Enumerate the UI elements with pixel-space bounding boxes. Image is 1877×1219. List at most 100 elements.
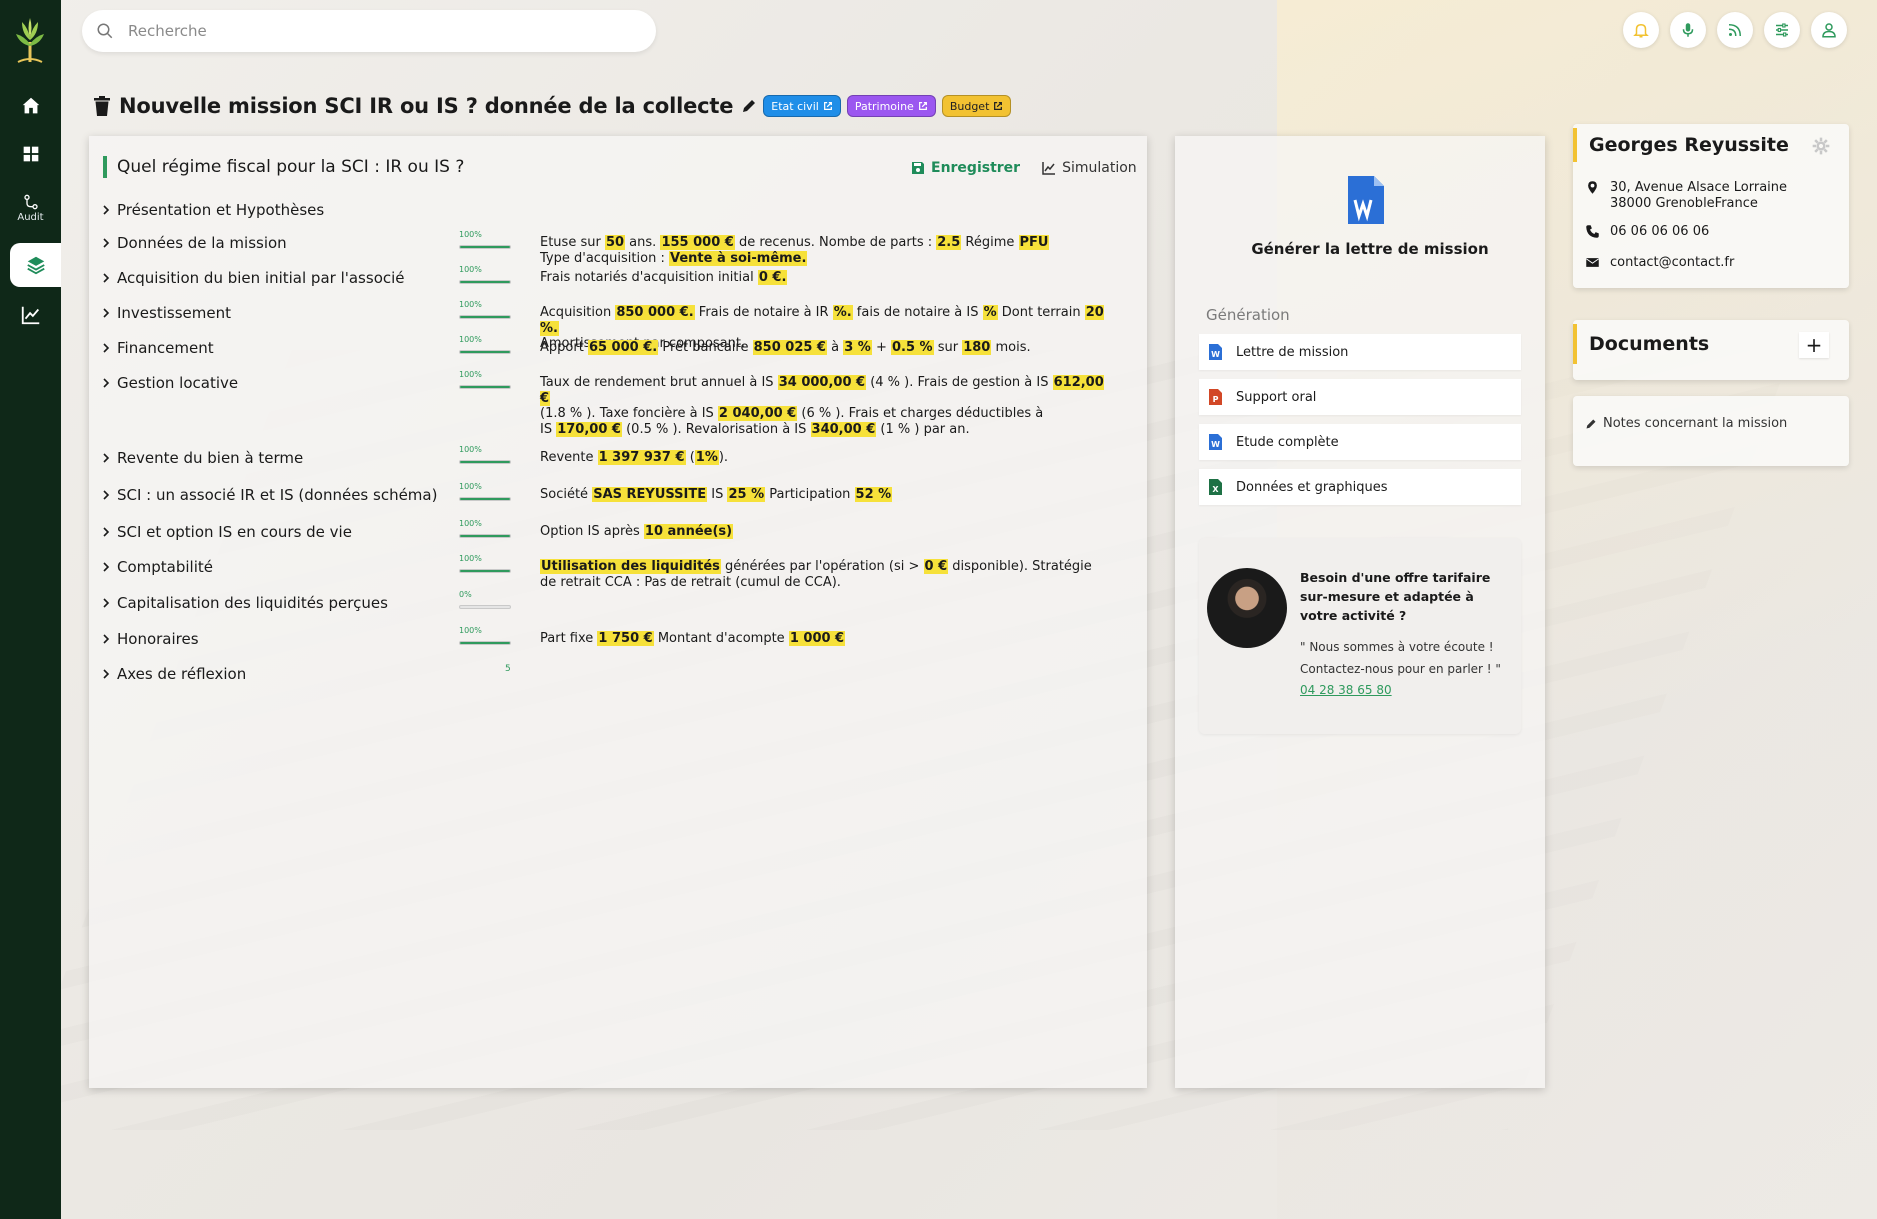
nav-audit[interactable]: Audit bbox=[0, 186, 61, 230]
highlight-value: %. bbox=[832, 305, 853, 320]
section-progress-fill bbox=[460, 386, 510, 388]
nav-missions[interactable] bbox=[10, 243, 61, 287]
pencil-icon bbox=[1586, 419, 1596, 428]
section-header[interactable]: Données de la mission bbox=[101, 233, 287, 253]
svg-text:P: P bbox=[1213, 395, 1219, 404]
edit-title-icon[interactable] bbox=[741, 98, 757, 114]
section-label: Acquisition du bien initial par l'associ… bbox=[117, 269, 405, 287]
highlight-value: Vente à soi-même. bbox=[668, 250, 808, 266]
section-row[interactable]: SCI et option IS en cours de vie 100% Opti… bbox=[101, 519, 1131, 552]
highlight-value: 2.5 bbox=[936, 235, 962, 250]
generate-doc-item[interactable]: X Données et graphiques bbox=[1199, 469, 1521, 505]
section-count: 5 bbox=[505, 664, 511, 674]
powerpoint-icon: P bbox=[1209, 389, 1222, 405]
section-row[interactable]: Présentation et Hypothèses bbox=[101, 200, 1131, 230]
notifications-button[interactable] bbox=[1623, 12, 1659, 48]
section-progress-bar bbox=[459, 534, 511, 538]
highlight-value: 0 €. bbox=[757, 270, 788, 285]
generation-panel: Générer la lettre de mission Génération … bbox=[1175, 136, 1545, 1088]
highlight-value: 170,00 € bbox=[556, 421, 622, 437]
section-progress-bar bbox=[459, 245, 511, 249]
section-row[interactable]: Honoraires 100% Part fixe 1 750 € Montant … bbox=[101, 626, 1131, 659]
notes-card: Notes concernant la mission bbox=[1573, 396, 1849, 466]
section-progress-bar bbox=[459, 385, 511, 389]
section-summary: Revente 1 397 937 € (1%). bbox=[540, 450, 1110, 466]
highlight-value: 340,00 € bbox=[810, 421, 877, 437]
offer-phone-link[interactable]: 04 28 38 65 80 bbox=[1300, 683, 1392, 697]
section-progress-bar bbox=[459, 350, 511, 354]
section-header[interactable]: Axes de réflexion bbox=[101, 664, 246, 684]
section-row[interactable]: Revente du bien à terme 100% Revente 1 397… bbox=[101, 445, 1131, 478]
tag-etat-civil[interactable]: Etat civil bbox=[763, 95, 841, 117]
nav-home[interactable] bbox=[0, 84, 61, 128]
generate-doc-item[interactable]: P Support oral bbox=[1199, 379, 1521, 415]
tag-budget[interactable]: Budget bbox=[941, 95, 1012, 117]
search-bar[interactable] bbox=[82, 10, 656, 52]
section-row[interactable]: Gestion locative 100% Taux de rendement br… bbox=[101, 370, 1131, 437]
trash-icon[interactable] bbox=[93, 96, 111, 116]
highlight-value: 2 040,00 € bbox=[717, 406, 798, 421]
microphone-button[interactable] bbox=[1670, 12, 1706, 48]
summary-text: Société bbox=[540, 487, 593, 502]
email-text[interactable]: contact@contact.fr bbox=[1610, 255, 1734, 271]
section-header[interactable]: Capitalisation des liquidités perçues bbox=[101, 593, 388, 613]
tag-patrimoine[interactable]: Patrimoine bbox=[846, 95, 936, 117]
section-progress-fill bbox=[460, 498, 510, 500]
section-header[interactable]: SCI et option IS en cours de vie bbox=[101, 522, 352, 542]
section-header[interactable]: Investissement bbox=[101, 303, 231, 323]
summary-text: Acquisition bbox=[540, 305, 616, 320]
section-header[interactable]: SCI : un associé IR et IS (données schém… bbox=[101, 485, 437, 505]
section-header[interactable]: Présentation et Hypothèses bbox=[101, 200, 324, 220]
add-document-button[interactable]: + bbox=[1799, 332, 1829, 358]
section-progress-bar bbox=[459, 315, 511, 319]
nav-analytics[interactable] bbox=[0, 293, 61, 337]
section-progress-fill bbox=[460, 642, 510, 644]
summary-text: (1 % ) par an. bbox=[876, 421, 970, 437]
section-label: Axes de réflexion bbox=[117, 665, 247, 683]
chevron-right-icon bbox=[103, 273, 110, 283]
section-header[interactable]: Acquisition du bien initial par l'associ… bbox=[101, 268, 405, 288]
chevron-right-icon bbox=[103, 634, 110, 644]
home-icon bbox=[22, 97, 39, 114]
generate-doc-item[interactable]: W Etude complète bbox=[1199, 424, 1521, 460]
summary-text: Type d'acquisition : bbox=[540, 250, 669, 266]
notes-link[interactable]: Notes concernant la mission bbox=[1585, 416, 1787, 431]
grid-icon bbox=[23, 146, 38, 162]
section-header[interactable]: Comptabilité bbox=[101, 557, 213, 577]
feed-button[interactable] bbox=[1717, 12, 1753, 48]
section-header[interactable]: Financement bbox=[101, 338, 214, 358]
gear-icon[interactable] bbox=[1811, 136, 1831, 156]
highlight-value: 34 000,00 € bbox=[777, 375, 867, 390]
summary-text: (4 % ). Frais de gestion à IS bbox=[866, 375, 1053, 390]
section-label: Honoraires bbox=[117, 630, 199, 648]
summary-text: (1.8 % ). Taxe foncière à IS bbox=[540, 406, 718, 421]
section-row[interactable]: Financement 100% Apport 65 000 €. Prêt ban… bbox=[101, 335, 1131, 368]
settings-sliders-button[interactable] bbox=[1764, 12, 1800, 48]
save-button[interactable]: Enregistrer bbox=[911, 160, 1020, 176]
search-input[interactable] bbox=[128, 22, 608, 40]
simulation-button[interactable]: Simulation bbox=[1042, 160, 1137, 176]
generate-doc-item[interactable]: W Lettre de mission bbox=[1199, 334, 1521, 370]
nav-dashboard[interactable] bbox=[0, 132, 61, 176]
section-row[interactable]: Données de la mission 100% Etuse sur 50 an… bbox=[101, 230, 1131, 266]
summary-text: Etuse sur bbox=[540, 235, 605, 250]
mission-panel: Quel régime fiscal pour la SCI : IR ou I… bbox=[89, 136, 1147, 1088]
section-row[interactable]: Axes de réflexion 5 bbox=[101, 664, 1131, 694]
section-row[interactable]: Comptabilité 100% Utilisation des liquidit… bbox=[101, 554, 1131, 590]
section-progress-fill bbox=[460, 535, 510, 537]
section-row[interactable]: Investissement 100% Acquisition 850 000 €.… bbox=[101, 300, 1131, 351]
section-header[interactable]: Revente du bien à terme bbox=[101, 448, 303, 468]
section-summary: Apport 65 000 €. Prêt bancaire 850 025 €… bbox=[540, 340, 1110, 356]
section-progress-fill bbox=[460, 461, 510, 463]
highlight-value: 850 000 €. bbox=[615, 305, 695, 320]
section-row[interactable]: Capitalisation des liquidités perçues 0% bbox=[101, 590, 1131, 623]
section-header[interactable]: Honoraires bbox=[101, 629, 199, 649]
summary-text: Régime bbox=[961, 235, 1019, 250]
phone-text[interactable]: 06 06 06 06 06 bbox=[1610, 224, 1709, 240]
section-row[interactable]: SCI : un associé IR et IS (données schém… bbox=[101, 482, 1131, 515]
section-row[interactable]: Acquisition du bien initial par l'associ… bbox=[101, 265, 1131, 298]
profile-button[interactable] bbox=[1811, 12, 1847, 48]
section-progress-text: 100% bbox=[459, 335, 482, 344]
section-header[interactable]: Gestion locative bbox=[101, 373, 238, 393]
highlight-value: 180 bbox=[962, 340, 992, 355]
